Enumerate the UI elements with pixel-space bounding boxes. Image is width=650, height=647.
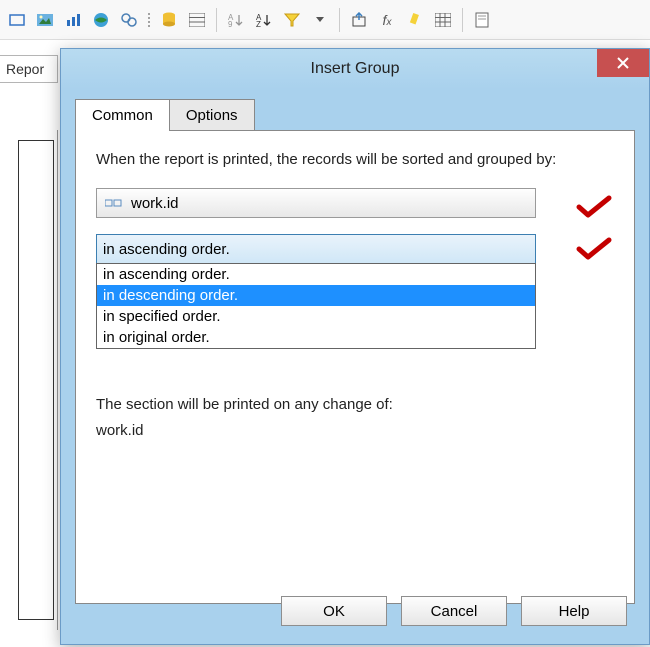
chart-icon[interactable] (62, 9, 84, 31)
close-icon (617, 57, 629, 69)
filter-icon[interactable] (281, 9, 303, 31)
rect-icon[interactable] (6, 9, 28, 31)
group-field-select[interactable]: work.id (96, 188, 536, 218)
reports-tab-truncated[interactable]: Repor (0, 55, 58, 83)
sort-option-specified[interactable]: in specified order. (97, 306, 535, 327)
toolbar-divider (146, 13, 152, 27)
highlight-icon[interactable] (404, 9, 426, 31)
field-type-icon (105, 198, 123, 208)
toolbar-separator (339, 8, 340, 32)
export-icon[interactable] (348, 9, 370, 31)
dialog-title: Insert Group (311, 60, 400, 78)
page-icon[interactable] (471, 9, 493, 31)
section-change-text: The section will be printed on any chang… (96, 393, 614, 416)
cancel-button[interactable]: Cancel (401, 596, 507, 626)
circles-icon[interactable] (118, 9, 140, 31)
toolbar-separator (462, 8, 463, 32)
table-icon[interactable] (432, 9, 454, 31)
dialog-footer: OK Cancel Help (75, 596, 635, 630)
tab-common[interactable]: Common (75, 99, 170, 131)
ok-button[interactable]: OK (281, 596, 387, 626)
insert-group-dialog: Insert Group Common Options When the rep… (60, 48, 650, 645)
sort-nat-icon[interactable]: A9 (225, 9, 247, 31)
document-page-edge (18, 140, 54, 620)
sort-option-original[interactable]: in original order. (97, 327, 535, 348)
svg-text:9: 9 (228, 20, 233, 28)
sort-order-dropdown-list: in ascending order. in descending order.… (96, 263, 536, 349)
tab-panel-common: When the report is printed, the records … (75, 130, 635, 604)
db-icon[interactable] (158, 9, 180, 31)
sort-order-select[interactable]: in ascending order. (96, 234, 536, 264)
sort-option-descending[interactable]: in descending order. (97, 285, 535, 306)
globe-icon[interactable] (90, 9, 112, 31)
image-icon[interactable] (34, 9, 56, 31)
fx-icon[interactable]: fx (376, 9, 398, 31)
close-button[interactable] (597, 49, 649, 77)
sort-order-value: in ascending order. (103, 241, 230, 258)
filter-dropdown-icon[interactable] (309, 9, 331, 31)
svg-text:Z: Z (256, 20, 261, 28)
tab-options[interactable]: Options (169, 99, 255, 131)
grid-icon[interactable] (186, 9, 208, 31)
section-change-field: work.id (96, 422, 614, 439)
toolbar-separator (216, 8, 217, 32)
dialog-titlebar: Insert Group (61, 49, 649, 89)
sort-option-ascending[interactable]: in ascending order. (97, 264, 535, 285)
intro-text: When the report is printed, the records … (96, 149, 614, 170)
sort-az-icon[interactable]: AZ (253, 9, 275, 31)
toolbar: A9 AZ fx (0, 0, 650, 40)
group-field-value: work.id (131, 195, 179, 212)
help-button[interactable]: Help (521, 596, 627, 626)
dialog-tabs: Common Options (75, 97, 635, 131)
